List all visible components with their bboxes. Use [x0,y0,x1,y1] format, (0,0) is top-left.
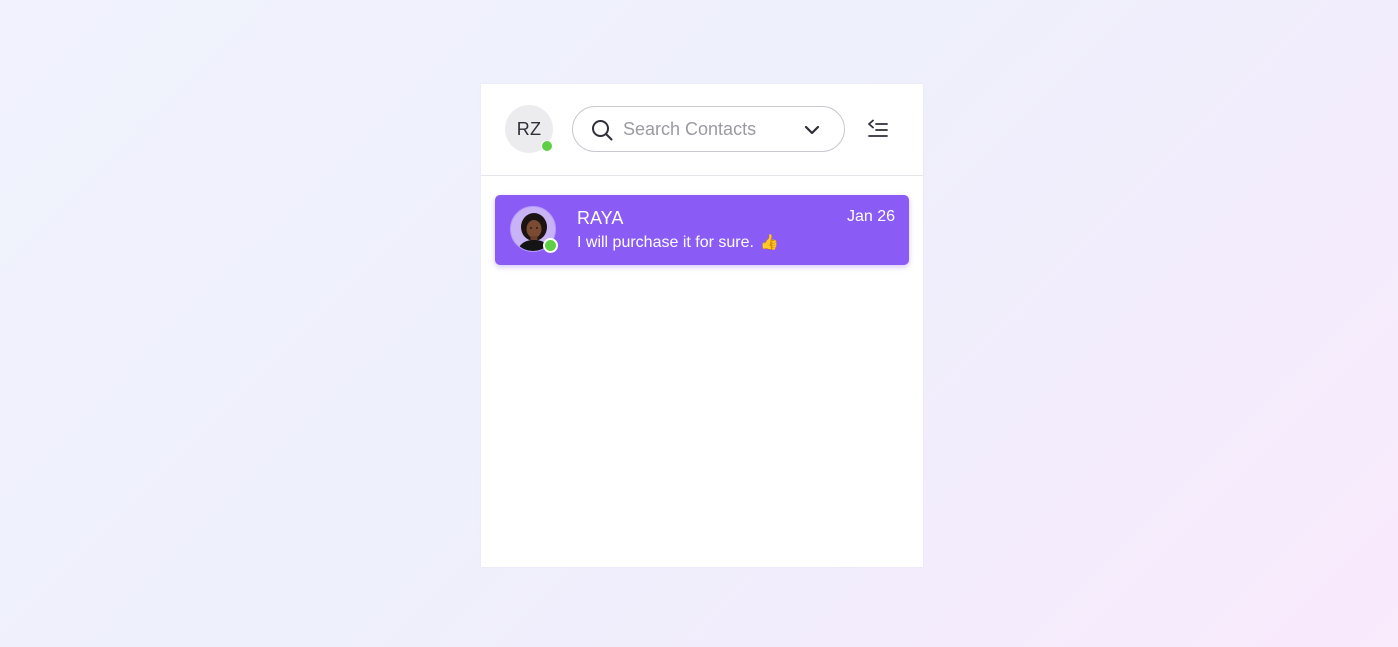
user-initials: RZ [516,118,542,139]
chat-sidebar: RZ Search Contacts RAYA I will purchase … [481,84,923,567]
chat-list: RAYA I will purchase it for sure. 👍 Jan 2… [481,176,923,265]
search-input[interactable] [623,116,798,142]
chevron-down-icon[interactable] [803,121,821,139]
last-message: I will purchase it for sure. 👍 [577,233,779,252]
thumbs-up-emoji: 👍 [759,234,779,251]
contact-name: RAYA [577,208,624,228]
message-date: Jan 26 [846,208,895,225]
online-status-dot [541,140,553,152]
user-avatar[interactable]: RZ [505,105,553,153]
chat-list-item[interactable]: RAYA I will purchase it for sure. 👍 Jan 2… [495,195,909,265]
collapse-sidebar-icon[interactable] [866,117,890,141]
search-icon [592,120,613,141]
sidebar-header: RZ [481,84,923,176]
online-status-dot [543,238,558,253]
search-box[interactable] [572,106,845,152]
message-text: I will purchase it for sure. [577,234,754,251]
